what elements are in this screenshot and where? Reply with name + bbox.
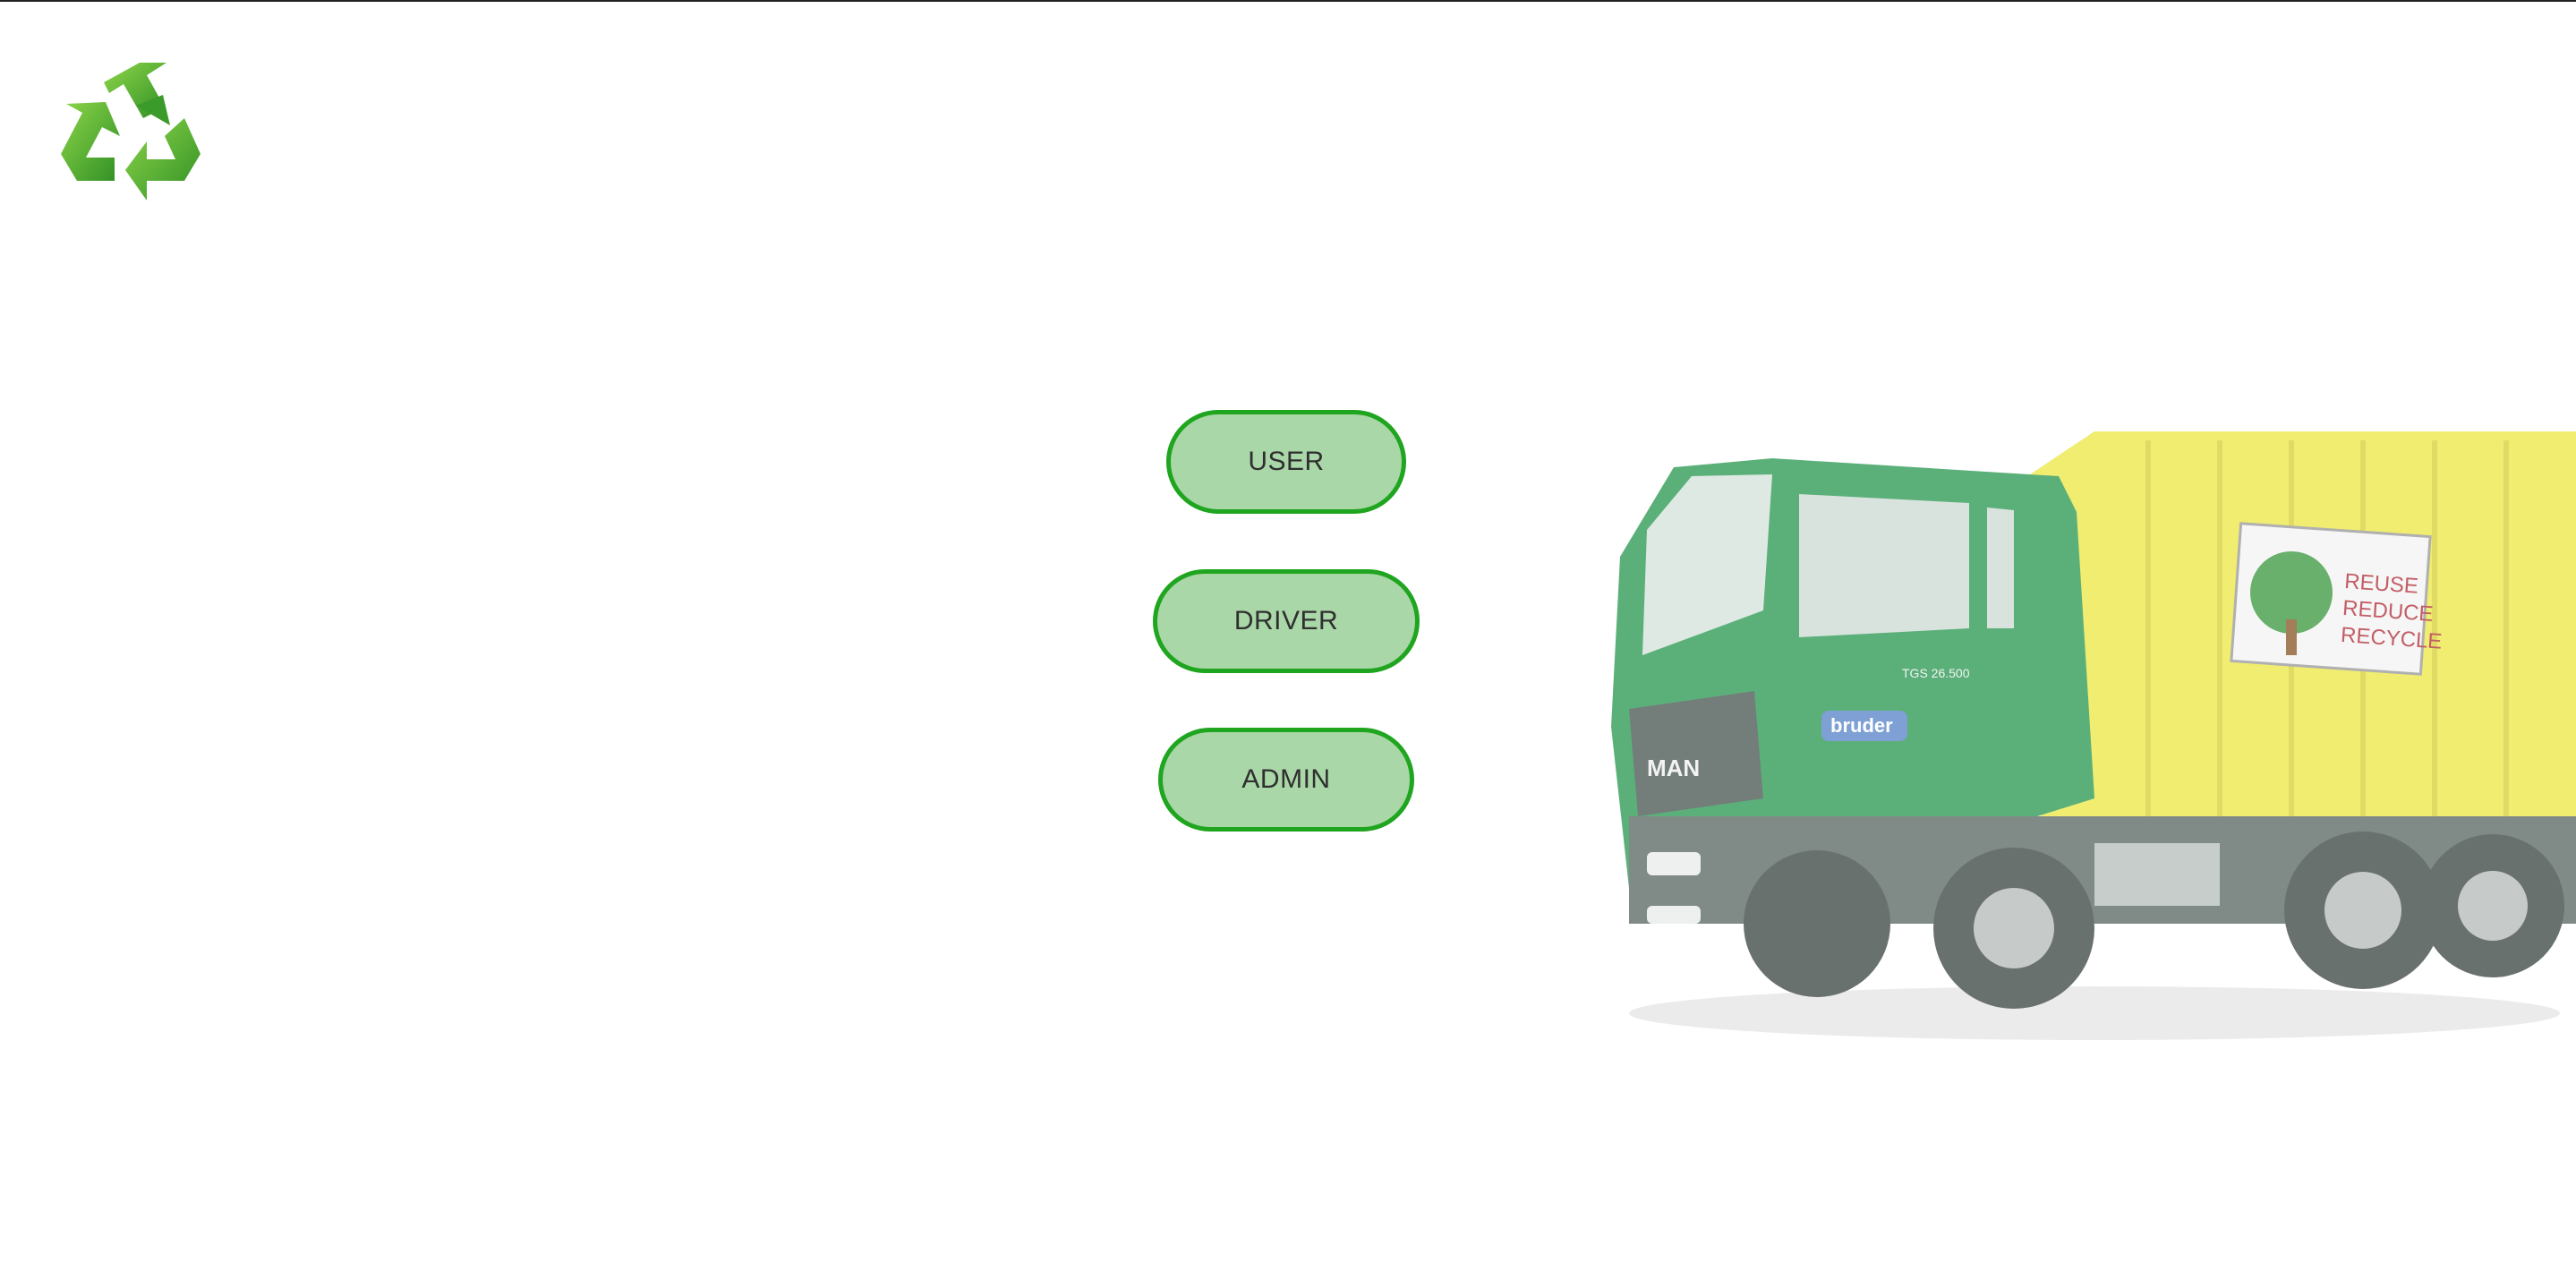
brand-badge-text: bruder — [1830, 714, 1893, 737]
driver-button[interactable]: DRIVER — [1153, 569, 1420, 673]
cab-brand-text: MAN — [1647, 755, 1700, 781]
user-button-label: USER — [1248, 447, 1325, 476]
admin-button[interactable]: ADMIN — [1158, 728, 1414, 832]
sign-line-reuse: REUSE — [2343, 569, 2418, 599]
garbage-truck-image: REUSE REDUCE RECYCLE MAN TGS 26.500 brud… — [1593, 422, 2576, 1049]
admin-button-label: ADMIN — [1241, 764, 1331, 794]
landing-page: USER DRIVER ADMIN REUSE REDUCE RECYCLE M… — [0, 0, 2576, 1288]
recycle-logo-icon — [50, 55, 202, 203]
user-button[interactable]: USER — [1166, 410, 1406, 514]
driver-button-label: DRIVER — [1233, 606, 1339, 635]
cab-model-text: TGS 26.500 — [1902, 666, 1970, 680]
